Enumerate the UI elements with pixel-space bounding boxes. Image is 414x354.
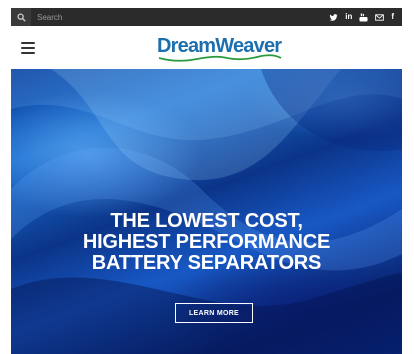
youtube-icon[interactable] — [359, 12, 368, 22]
hero-headline-line-3: BATTERY SEPARATORS — [91, 252, 322, 274]
learn-more-button[interactable]: LEARN MORE — [175, 303, 253, 323]
hero-headline: THE LOWEST COST, HIGHEST PERFORMANCE BAT… — [11, 211, 402, 274]
top-utility-bar: in f — [11, 8, 402, 26]
email-icon[interactable] — [375, 13, 385, 22]
facebook-icon[interactable]: f — [391, 8, 394, 26]
page-frame: in f DreamWeaver — [11, 8, 402, 354]
hero-headline-line-2: HIGHEST PERFORMANCE — [82, 231, 331, 253]
hamburger-menu-icon[interactable] — [21, 42, 35, 54]
logo-swoosh-icon — [158, 54, 282, 62]
social-links: in f — [329, 8, 402, 26]
hero-headline-line-1: THE LOWEST COST, — [110, 210, 303, 232]
twitter-icon[interactable] — [329, 13, 338, 22]
dreamweaver-logo[interactable]: DreamWeaver — [157, 34, 282, 64]
search-button[interactable] — [11, 8, 31, 26]
hero-banner: THE LOWEST COST, HIGHEST PERFORMANCE BAT… — [11, 69, 402, 354]
search-input[interactable] — [37, 8, 187, 26]
search-icon — [16, 12, 26, 22]
site-header: DreamWeaver — [11, 26, 402, 69]
linkedin-icon[interactable]: in — [345, 8, 352, 26]
